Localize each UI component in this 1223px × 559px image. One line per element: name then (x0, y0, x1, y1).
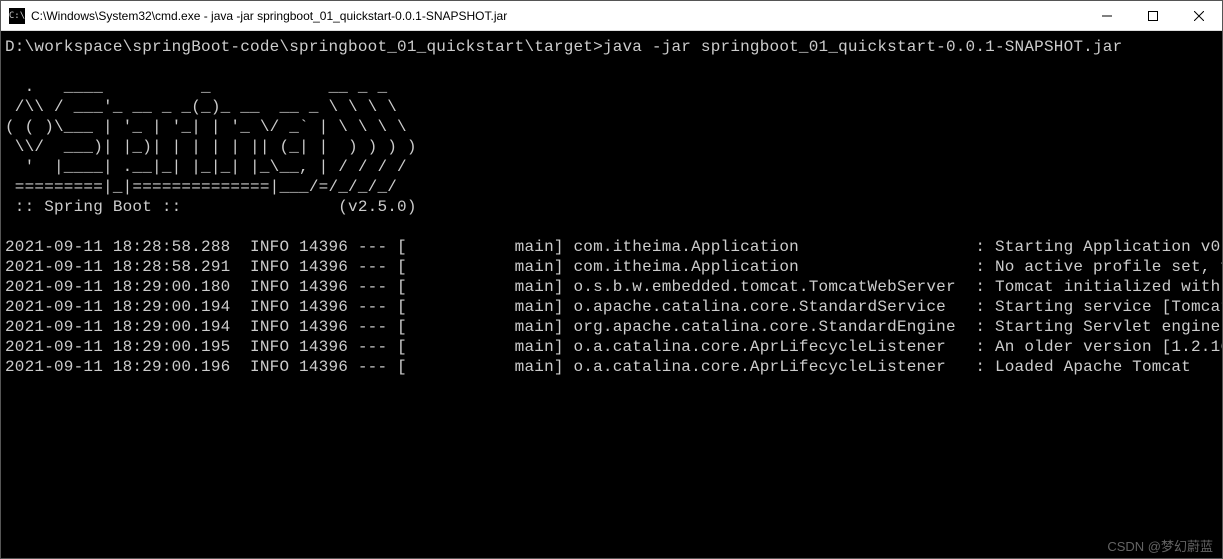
log-output: 2021-09-11 18:28:58.288 INFO 14396 --- [… (5, 237, 1218, 377)
close-icon (1194, 11, 1204, 21)
cmd-icon: C:\ (9, 8, 25, 24)
window-controls (1084, 1, 1222, 30)
minimize-icon (1102, 11, 1112, 21)
minimize-button[interactable] (1084, 1, 1130, 30)
close-button[interactable] (1176, 1, 1222, 30)
terminal-output[interactable]: D:\workspace\springBoot-code\springboot_… (1, 31, 1222, 558)
titlebar: C:\ C:\Windows\System32\cmd.exe - java -… (1, 1, 1222, 31)
window-title: C:\Windows\System32\cmd.exe - java -jar … (31, 9, 1084, 23)
command-prompt-line: D:\workspace\springBoot-code\springboot_… (5, 37, 1218, 57)
maximize-button[interactable] (1130, 1, 1176, 30)
cmd-window: C:\ C:\Windows\System32\cmd.exe - java -… (0, 0, 1223, 559)
spring-banner: . ____ _ __ _ _ /\\ / ___'_ __ _ _(_)_ _… (5, 77, 1218, 217)
maximize-icon (1148, 11, 1158, 21)
